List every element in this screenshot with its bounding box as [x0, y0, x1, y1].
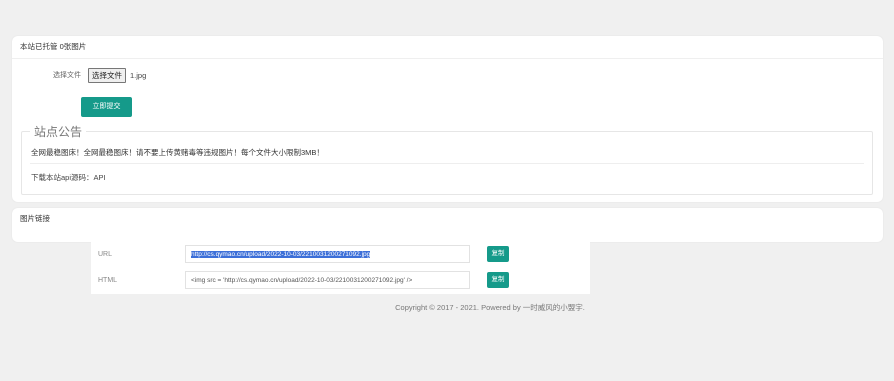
file-picker-row: 选择文件 选择文件 1.jpg [53, 67, 147, 83]
submit-button[interactable]: 立即提交 [81, 97, 132, 117]
notice-text: 全网最稳图床！全网最稳图床！请不要上传黄赌毒等违规图片！每个文件大小限制3MB！ [31, 148, 324, 157]
links-card-header: 图片链接 [20, 214, 50, 223]
notice-title: 站点公告 [30, 123, 87, 140]
notice-divider [30, 163, 864, 164]
upload-card-header: 本站已托管 0张图片 [12, 36, 883, 59]
copyright-text: Copyright © 2017 - 2021. Powered by 一时威风… [395, 303, 585, 312]
site-notice: 站点公告 全网最稳图床！全网最稳图床！请不要上传黄赌毒等违规图片！每个文件大小限… [21, 123, 873, 195]
link-panel: URL http://cs.qymao.cn/upload/2022-10-03… [91, 242, 590, 294]
link-row-url: URL http://cs.qymao.cn/upload/2022-10-03… [91, 242, 590, 268]
link-row-label: HTML [98, 277, 118, 284]
url-link-field[interactable]: http://cs.qymao.cn/upload/2022-10-03/221… [185, 245, 470, 263]
selected-file-name: 1.jpg [130, 70, 147, 80]
link-row-label: URL [98, 251, 113, 258]
url-link-text: http://cs.qymao.cn/upload/2022-10-03/221… [191, 251, 371, 258]
footer: Copyright © 2017 - 2021. Powered by 一时威风… [0, 302, 894, 313]
choose-file-button[interactable]: 选择文件 [88, 67, 126, 83]
html-link-field[interactable]: <img src = 'http://cs.qymao.cn/upload/20… [185, 271, 470, 289]
upload-card: 本站已托管 0张图片 选择文件 选择文件 1.jpg 立即提交 站点公告 全网最… [12, 36, 883, 202]
top-bar-text [636, 3, 876, 9]
copy-url-button[interactable]: 复制 [487, 246, 509, 262]
link-row-html: HTML <img src = 'http://cs.qymao.cn/uplo… [91, 268, 590, 294]
links-card: 图片链接 [12, 208, 883, 242]
file-label: 选择文件 [53, 72, 81, 79]
copy-html-button[interactable]: 复制 [487, 272, 509, 288]
html-link-text: <img src = 'http://cs.qymao.cn/upload/20… [191, 277, 413, 284]
top-bar [0, 0, 894, 20]
api-download-text[interactable]: 下载本站api源码：API [31, 172, 106, 183]
